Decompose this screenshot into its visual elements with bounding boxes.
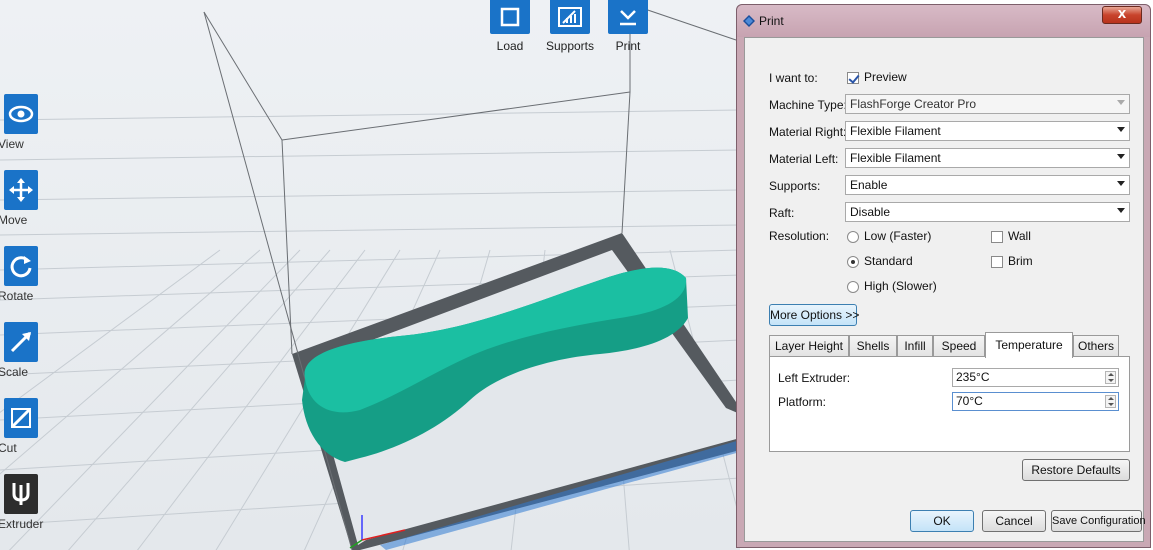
- machine-type-value: FlashForge Creator Pro: [850, 97, 977, 111]
- resolution-low-label: Low (Faster): [864, 229, 932, 243]
- load-button[interactable]: Load: [480, 0, 540, 53]
- checkbox-unchecked-icon: [991, 255, 1003, 268]
- platform-temp-input[interactable]: 70°C: [952, 392, 1119, 411]
- eye-icon: [4, 94, 38, 134]
- resolution-standard-radio[interactable]: Standard: [847, 254, 913, 268]
- supports-field-label: Supports:: [769, 179, 821, 193]
- extruder-label: Extruder: [0, 517, 44, 531]
- cancel-button[interactable]: Cancel: [982, 510, 1046, 532]
- material-right-select[interactable]: Flexible Filament: [845, 121, 1130, 141]
- supports-button[interactable]: Supports: [540, 0, 600, 53]
- save-configuration-button[interactable]: Save Configuration: [1051, 510, 1146, 532]
- print-dialog: Print X I want to: Preview Machine Type:…: [736, 4, 1151, 548]
- scale-icon: [4, 322, 38, 362]
- rotate-tool[interactable]: Rotate: [0, 246, 40, 303]
- spinner-arrows-icon[interactable]: [1105, 395, 1116, 408]
- temperature-tab-panel: Left Extruder: 235°C Platform: 70°C: [769, 356, 1130, 452]
- supports-value: Enable: [850, 178, 888, 192]
- checkbox-unchecked-icon: [991, 230, 1003, 243]
- chevron-down-icon: [1117, 181, 1125, 186]
- cut-label: Cut: [0, 441, 17, 455]
- resolution-high-label: High (Slower): [864, 279, 937, 293]
- tab-shells[interactable]: Shells: [849, 335, 897, 357]
- ok-button[interactable]: OK: [910, 510, 974, 532]
- left-extruder-label: Left Extruder:: [778, 371, 851, 385]
- view-tool[interactable]: View: [0, 94, 40, 151]
- print-icon: [608, 0, 648, 34]
- tab-temperature[interactable]: Temperature: [985, 332, 1073, 358]
- move-arrows-icon: [4, 170, 38, 210]
- chevron-down-icon: [1117, 127, 1125, 132]
- tab-speed[interactable]: Speed: [933, 335, 985, 357]
- machine-type-label: Machine Type:: [769, 98, 847, 112]
- dialog-client-area: I want to: Preview Machine Type: FlashFo…: [744, 37, 1146, 542]
- load-label: Load: [496, 39, 524, 53]
- brim-label: Brim: [1008, 254, 1033, 268]
- wall-label: Wall: [1008, 229, 1031, 243]
- chevron-down-icon: [1117, 208, 1125, 213]
- i-want-to-label: I want to:: [769, 71, 818, 85]
- preview-checkbox[interactable]: Preview: [847, 70, 907, 84]
- chevron-down-icon: [1117, 154, 1125, 159]
- resolution-high-radio[interactable]: High (Slower): [847, 279, 937, 293]
- tab-infill[interactable]: Infill: [897, 335, 933, 357]
- chevron-down-icon: [1117, 100, 1125, 105]
- supports-select[interactable]: Enable: [845, 175, 1130, 195]
- dialog-title: Print: [759, 14, 784, 28]
- view-label: View: [0, 137, 24, 151]
- radio-unselected-icon: [847, 280, 859, 293]
- extruder-tool[interactable]: Extruder: [0, 474, 43, 531]
- restore-defaults-button[interactable]: Restore Defaults: [1022, 459, 1130, 481]
- cut-icon: [4, 398, 38, 438]
- tab-layer-height[interactable]: Layer Height: [769, 335, 849, 357]
- dialog-title-bar[interactable]: Print X: [737, 5, 1150, 37]
- close-button[interactable]: X: [1102, 6, 1142, 24]
- supports-label: Supports: [545, 39, 595, 53]
- radio-unselected-icon: [847, 230, 859, 243]
- material-left-value: Flexible Filament: [850, 151, 941, 165]
- platform-value: 70°C: [956, 394, 983, 408]
- material-right-label: Material Right:: [769, 125, 847, 139]
- brim-checkbox[interactable]: Brim: [991, 254, 1033, 268]
- resolution-label: Resolution:: [769, 229, 830, 243]
- build-scene: [0, 3, 740, 550]
- left-extruder-temp-input[interactable]: 235°C: [952, 368, 1119, 387]
- print-button[interactable]: Print: [598, 0, 658, 53]
- machine-type-select[interactable]: FlashForge Creator Pro: [845, 94, 1130, 114]
- preview-label: Preview: [864, 70, 907, 84]
- left-extruder-value: 235°C: [956, 370, 990, 384]
- raft-label: Raft:: [769, 206, 795, 220]
- cut-tool[interactable]: Cut: [0, 398, 40, 455]
- resolution-low-radio[interactable]: Low (Faster): [847, 229, 931, 243]
- close-icon: X: [1117, 8, 1127, 21]
- tab-others[interactable]: Others: [1073, 335, 1119, 357]
- 3d-viewport[interactable]: Load Supports Print View Move Rotate Sca…: [0, 0, 740, 550]
- spinner-arrows-icon[interactable]: [1105, 371, 1116, 384]
- raft-select[interactable]: Disable: [845, 202, 1130, 222]
- move-label: Move: [0, 213, 28, 227]
- checkbox-checked-icon: [847, 71, 859, 84]
- app-diamond-icon: [743, 15, 755, 27]
- radio-selected-icon: [847, 255, 859, 268]
- material-right-value: Flexible Filament: [850, 124, 941, 138]
- material-left-label: Material Left:: [769, 152, 839, 166]
- wall-checkbox[interactable]: Wall: [991, 229, 1031, 243]
- rotate-icon: [4, 246, 38, 286]
- print-label: Print: [615, 39, 641, 53]
- more-options-button[interactable]: More Options >>: [769, 304, 859, 326]
- scale-label: Scale: [0, 365, 29, 379]
- platform-label: Platform:: [778, 395, 827, 409]
- rotate-label: Rotate: [0, 289, 34, 303]
- extruder-icon: [4, 474, 38, 514]
- scale-tool[interactable]: Scale: [0, 322, 40, 379]
- raft-value: Disable: [850, 205, 891, 219]
- resolution-standard-label: Standard: [864, 254, 913, 268]
- supports-icon: [550, 0, 590, 34]
- load-icon: [490, 0, 530, 34]
- material-left-select[interactable]: Flexible Filament: [845, 148, 1130, 168]
- move-tool[interactable]: Move: [0, 170, 40, 227]
